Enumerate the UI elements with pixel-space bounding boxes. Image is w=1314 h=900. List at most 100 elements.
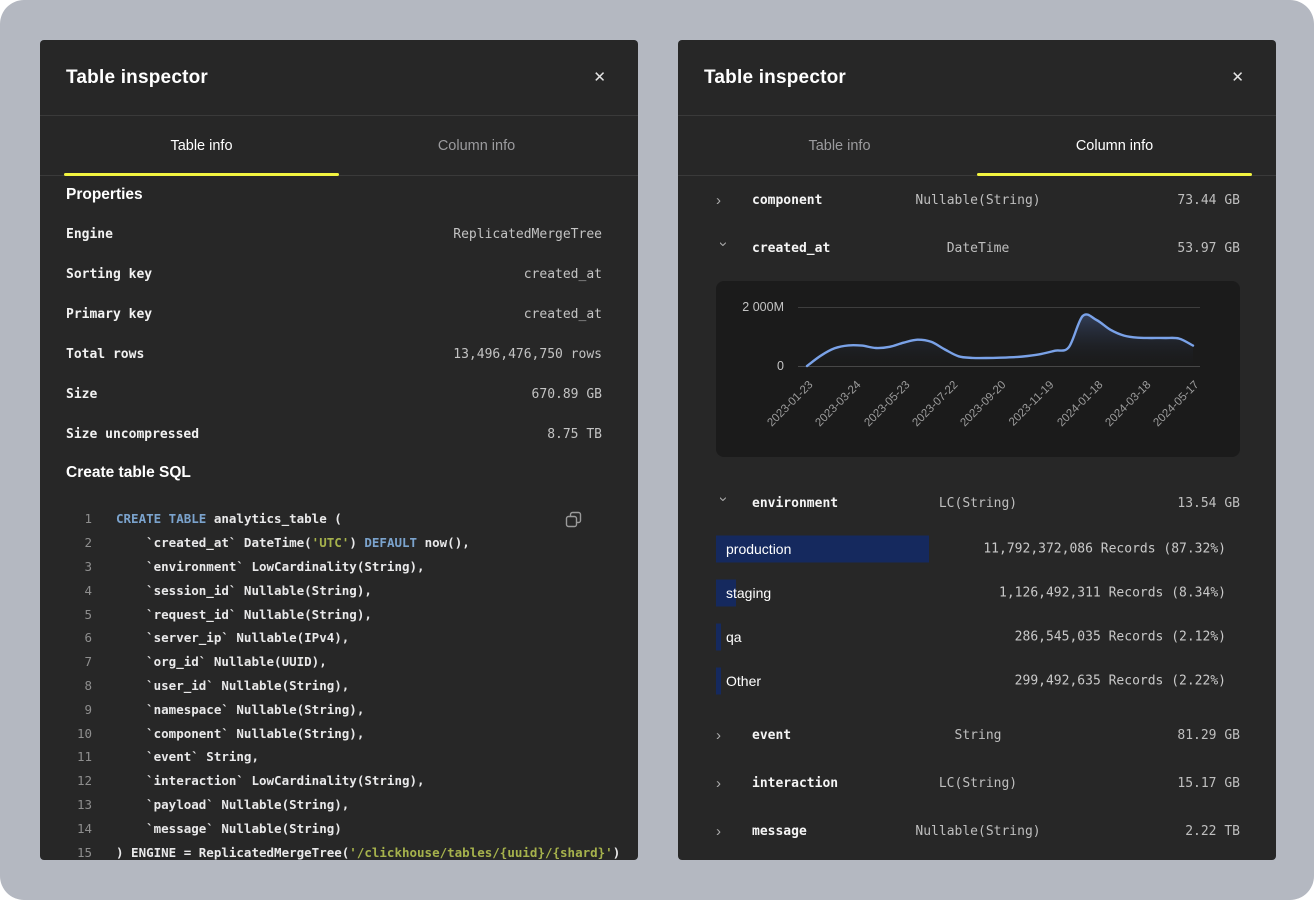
tab-table-info[interactable]: Table info: [64, 116, 339, 175]
property-label: Total rows: [66, 347, 144, 362]
line-number: 6: [66, 630, 92, 645]
copy-icon: [565, 511, 582, 528]
close-button[interactable]: ✕: [1227, 66, 1248, 89]
property-row: Total rows 13,496,476,750 rows: [66, 334, 602, 374]
chevron-down-icon: ›: [716, 496, 731, 512]
close-button[interactable]: ✕: [589, 66, 610, 89]
tab-label: Table info: [170, 138, 232, 154]
property-value: 670.89 GB: [532, 387, 602, 402]
copy-sql-button[interactable]: [563, 509, 584, 533]
value-row-staging: staging1,126,492,311 Records (8.34%): [716, 571, 1240, 615]
value-bar: [716, 668, 721, 695]
sql-code-line: 12 `interaction` LowCardinality(String),: [66, 769, 602, 793]
column-type: Nullable(String): [915, 193, 1040, 208]
properties-heading: Properties: [66, 185, 602, 205]
y-axis-label-zero: 0: [716, 359, 784, 373]
column-row-event[interactable]: ›eventString81.29 GB: [716, 711, 1240, 759]
column-row-message[interactable]: ›messageNullable(String)2.22 TB: [716, 807, 1240, 855]
property-row: EngineReplicatedMergeTree: [66, 214, 602, 254]
column-row-created_at[interactable]: ›created_atDateTime53.97 GB: [716, 224, 1240, 272]
value-row-qa: qa 286,545,035 Records (2.12%): [716, 615, 1240, 659]
column-type: DateTime: [947, 241, 1010, 256]
property-row: Size uncompressed 8.75 TB: [66, 414, 602, 454]
value-records: 286,545,035 Records (2.12%): [1015, 630, 1226, 645]
sql-code-text: `component` Nullable(String),: [116, 726, 364, 741]
line-number: 5: [66, 607, 92, 622]
line-number: 9: [66, 702, 92, 717]
line-number: 14: [66, 821, 92, 836]
created-at-distribution-chart: 2 000M02023-01-232023-03-242023-05-23202…: [716, 281, 1240, 457]
sql-code-text: `namespace` Nullable(String),: [116, 702, 364, 717]
property-row: Size 670.89 GB: [66, 374, 602, 414]
sql-code-line: 2 `created_at` DateTime('UTC') DEFAULT n…: [66, 531, 602, 555]
line-number: 7: [66, 654, 92, 669]
sql-code-line: 13 `payload` Nullable(String),: [66, 793, 602, 817]
sql-code-text: `interaction` LowCardinality(String),: [116, 773, 425, 788]
column-size: 15.17 GB: [1177, 776, 1240, 791]
value-label: staging: [726, 585, 771, 601]
chevron-right-icon: ›: [716, 824, 732, 839]
sql-lines: 1CREATE TABLE analytics_table (2 `create…: [66, 507, 602, 860]
column-row-component[interactable]: ›componentNullable(String)73.44 GB: [716, 176, 1240, 224]
line-number: 12: [66, 773, 92, 788]
property-value: 8.75 TB: [547, 427, 602, 442]
property-value: 13,496,476,750 rows: [453, 347, 602, 362]
property-value: created_at: [524, 307, 602, 322]
line-number: 2: [66, 535, 92, 550]
rows-gap: [716, 703, 1240, 711]
tab-bar: Table info Column info: [40, 116, 638, 176]
dialog-header: Table inspector ✕: [678, 40, 1276, 116]
column-size: 13.54 GB: [1177, 496, 1240, 511]
tab-label: Column info: [438, 138, 515, 154]
column-row-environment[interactable]: ›environmentLC(String)13.54 GB: [716, 479, 1240, 527]
column-info-body: ›componentNullable(String)73.44 GB›creat…: [678, 176, 1276, 855]
property-label: Primary key: [66, 307, 152, 322]
column-size: 53.97 GB: [1177, 241, 1240, 256]
line-number: 4: [66, 583, 92, 598]
column-name: interaction: [752, 776, 838, 791]
column-name: event: [752, 728, 791, 743]
sql-code-block: 1CREATE TABLE analytics_table (2 `create…: [66, 507, 602, 860]
sql-code-line: 6 `server_ip` Nullable(IPv4),: [66, 626, 602, 650]
column-row-interaction[interactable]: ›interactionLC(String)15.17 GB: [716, 759, 1240, 807]
line-number: 11: [66, 749, 92, 764]
value-records: 299,492,635 Records (2.22%): [1015, 674, 1226, 689]
property-label: Size: [66, 387, 97, 402]
sql-code-text: `payload` Nullable(String),: [116, 797, 349, 812]
dialog-title: Table inspector: [704, 67, 846, 89]
value-label: qa: [726, 629, 742, 645]
sql-code-line: 10 `component` Nullable(String),: [66, 721, 602, 745]
tab-table-info[interactable]: Table info: [702, 116, 977, 175]
sql-code-text: ) ENGINE = ReplicatedMergeTree('/clickho…: [116, 845, 620, 860]
tab-column-info[interactable]: Column info: [977, 116, 1252, 175]
close-icon: ✕: [1231, 69, 1244, 86]
property-row: Primary key created_at: [66, 294, 602, 334]
sql-code-line: 4 `session_id` Nullable(String),: [66, 578, 602, 602]
property-value: created_at: [524, 267, 602, 282]
column-type: String: [955, 728, 1002, 743]
chevron-right-icon: ›: [716, 776, 732, 791]
y-axis-label-max: 2 000M: [716, 300, 784, 314]
property-label: Sorting key: [66, 267, 152, 282]
line-number: 1: [66, 511, 92, 526]
sql-code-text: `message` Nullable(String): [116, 821, 342, 836]
screen-background: Table inspector ✕ Table info Column info…: [0, 0, 1314, 900]
sql-code-line: 9 `namespace` Nullable(String),: [66, 697, 602, 721]
dialog-title: Table inspector: [66, 67, 208, 89]
tab-bar: Table info Column info: [678, 116, 1276, 176]
close-icon: ✕: [593, 69, 606, 86]
property-label: Engine: [66, 227, 113, 242]
sql-code-text: `org_id` Nullable(UUID),: [116, 654, 327, 669]
line-number: 15: [66, 845, 92, 860]
column-name: message: [752, 824, 807, 839]
value-row-production: production11,792,372,086 Records (87.32%…: [716, 527, 1240, 571]
properties-list: EngineReplicatedMergeTree Sorting key crea…: [66, 214, 602, 454]
sql-code-line: 7 `org_id` Nullable(UUID),: [66, 650, 602, 674]
column-name: created_at: [752, 241, 830, 256]
sql-code-text: `event` String,: [116, 749, 259, 764]
column-size: 73.44 GB: [1177, 193, 1240, 208]
property-label: Size uncompressed: [66, 427, 199, 442]
column-size: 2.22 TB: [1185, 824, 1240, 839]
tab-column-info[interactable]: Column info: [339, 116, 614, 175]
sql-code-line: 15) ENGINE = ReplicatedMergeTree('/click…: [66, 840, 602, 860]
